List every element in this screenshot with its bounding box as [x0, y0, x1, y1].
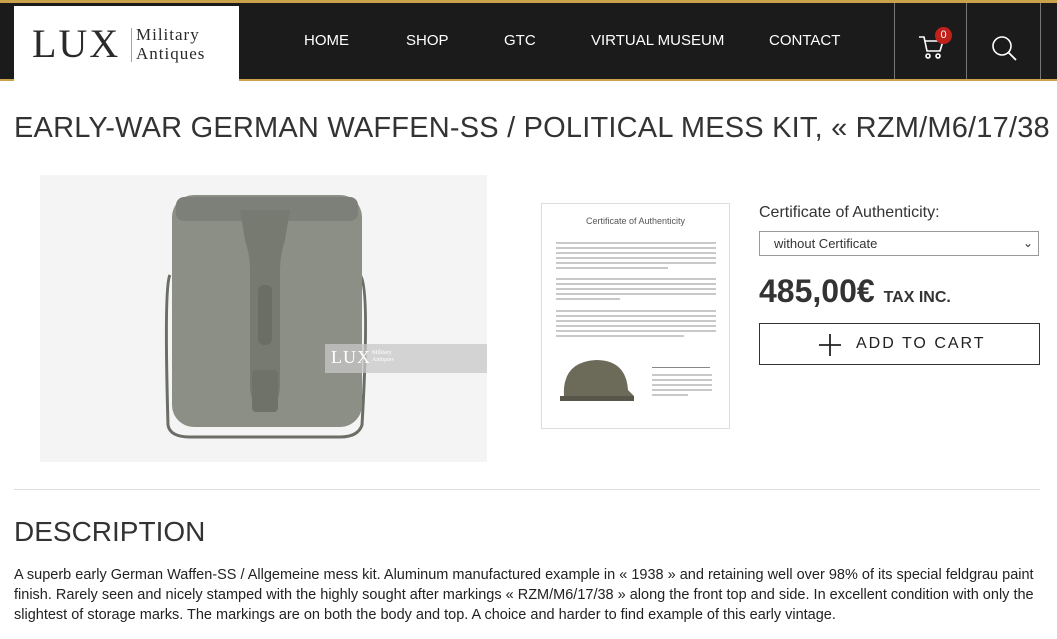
watermark-sub-text-2: Antiques — [372, 357, 394, 363]
plus-icon — [819, 334, 841, 356]
nav-contact[interactable]: CONTACT — [769, 3, 840, 79]
nav-gtc[interactable]: GTC — [504, 3, 536, 79]
logo-main-text: LUX — [32, 21, 121, 66]
description-heading: DESCRIPTION — [14, 516, 206, 547]
watermark: LUX Military Antiques — [325, 344, 487, 373]
certificate-select[interactable]: without Certificate ⌄ — [759, 231, 1039, 256]
search-icon[interactable] — [990, 34, 1018, 62]
certificate-select-value: without Certificate — [774, 236, 878, 251]
site-header: LUX Military Antiques HOME SHOP GTC VIRT… — [0, 0, 1057, 82]
certificate-text-block — [556, 278, 716, 303]
logo-sub-text-2: Antiques — [136, 44, 206, 63]
cart-count-badge: 0 — [935, 27, 952, 44]
logo-sub-text-1: Military — [136, 25, 200, 44]
certificate-text-block — [556, 310, 716, 340]
section-divider — [14, 489, 1040, 490]
mess-kit-image — [164, 195, 368, 439]
nav-virtual-museum[interactable]: VIRTUAL MUSEUM — [591, 3, 724, 79]
nav-divider — [894, 3, 895, 79]
nav-home[interactable]: HOME — [304, 3, 349, 79]
chevron-down-icon: ⌄ — [1022, 236, 1033, 250]
site-logo[interactable]: LUX Military Antiques — [14, 6, 239, 82]
description-text: A superb early German Waffen-SS / Allgem… — [14, 567, 1034, 623]
certificate-thumbnail[interactable]: Certificate of Authenticity — [541, 203, 730, 429]
add-to-cart-button[interactable]: ADD TO CART — [759, 323, 1040, 365]
nav-shop[interactable]: SHOP — [406, 3, 449, 79]
certificate-text-block — [556, 242, 716, 272]
nav-divider — [1040, 3, 1041, 79]
helmet-image — [560, 360, 634, 401]
add-to-cart-label: ADD TO CART — [856, 335, 986, 352]
certificate-option-label: Certificate of Authenticity: — [759, 204, 940, 221]
certificate-side-text — [652, 374, 712, 399]
price-value: 485,00€ — [759, 273, 875, 309]
product-image[interactable]: LUX Military Antiques — [40, 175, 487, 462]
watermark-sub-text-1: Military — [372, 350, 392, 356]
certificate-signature-line — [652, 367, 710, 368]
watermark-main-text: LUX — [331, 347, 371, 367]
product-title: EARLY-WAR GERMAN WAFFEN-SS / POLITICAL M… — [14, 112, 1057, 144]
price: 485,00€ TAX INC. — [759, 273, 951, 310]
watermark-sub-text: Military Antiques — [372, 350, 394, 364]
certificate-thumbnail-title: Certificate of Authenticity — [585, 216, 686, 226]
logo-divider — [131, 28, 132, 62]
nav-divider — [966, 3, 967, 79]
tax-label: TAX INC. — [883, 289, 951, 306]
